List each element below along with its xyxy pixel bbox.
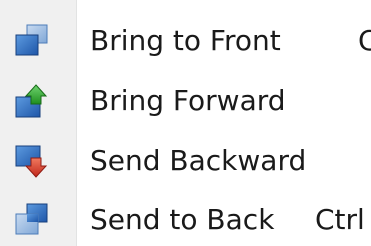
send-backward-icon [15, 145, 48, 178]
menu-item-label: Send Backward [90, 144, 307, 177]
arrange-context-menu: Bring to Front C Bring Forward Send Back… [0, 0, 371, 246]
send-to-back-icon [15, 203, 48, 235]
menu-item-bring-forward[interactable]: Bring Forward [0, 71, 371, 131]
menu-item-send-to-back[interactable]: Send to Back Ctrl [0, 190, 371, 246]
bring-to-front-icon [15, 24, 48, 56]
menu-item-send-backward[interactable]: Send Backward [0, 131, 371, 191]
menu-item-label: Bring to Front [90, 24, 281, 57]
menu-item-shortcut: C [358, 24, 371, 57]
menu-item-label: Bring Forward [90, 84, 286, 117]
menu-item-shortcut: Ctrl [315, 203, 365, 236]
menu-item-bring-to-front[interactable]: Bring to Front C [0, 11, 371, 71]
bring-forward-icon [15, 84, 48, 118]
menu-item-label: Send to Back [90, 203, 275, 236]
